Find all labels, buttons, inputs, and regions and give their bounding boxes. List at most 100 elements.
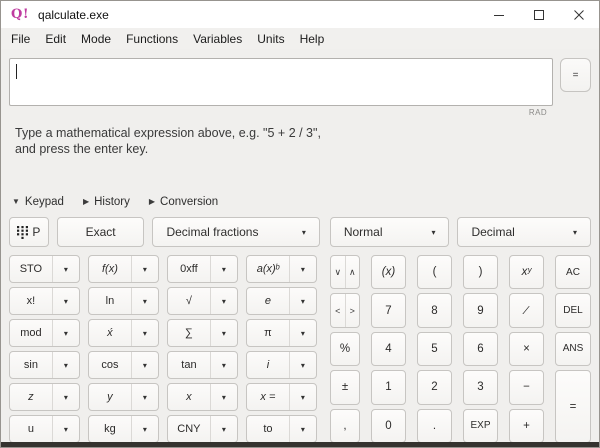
keypad-button-function[interactable]: f(x)▾ [88,255,159,283]
expression-input[interactable] [9,58,553,106]
key-multiply[interactable]: × [509,332,544,366]
keypad-button-store[interactable]: STO▾ [9,255,80,283]
dropdown-arrow-icon[interactable]: ▾ [290,320,316,346]
keypad-button-label[interactable]: y [89,384,132,410]
keypad-button-label[interactable]: cos [89,352,132,378]
keypad-button-pi[interactable]: π▾ [246,319,317,347]
keypad-button-label[interactable]: i [247,352,290,378]
dropdown-arrow-icon[interactable]: ▾ [290,416,316,442]
key-cursor-up-down[interactable]: ∨∧ [330,255,360,289]
key-delete[interactable]: DEL [555,293,591,327]
key-digit-7[interactable]: 7 [371,293,406,327]
dropdown-arrow-icon[interactable]: ▾ [53,288,79,314]
keypad-button-label[interactable]: u [10,416,53,442]
maximize-button[interactable] [519,1,559,28]
dropdown-arrow-icon[interactable]: ▾ [53,384,79,410]
key-all-clear[interactable]: AC [555,255,591,289]
dropdown-arrow-icon[interactable]: ▾ [211,320,237,346]
key-digit-5[interactable]: 5 [417,332,452,366]
keypad-button-unit-kg[interactable]: kg▾ [88,415,159,443]
keypad-button-power-base[interactable]: a(x)ᵇ▾ [246,255,317,283]
keypad-button-label[interactable]: e [247,288,290,314]
exact-mode-button[interactable]: Exact [57,217,145,247]
menu-variables[interactable]: Variables [192,32,243,46]
number-base-dropdown[interactable]: Decimal ▾ [457,217,591,247]
dropdown-arrow-icon[interactable]: ▾ [132,320,158,346]
keypad-button-square-root[interactable]: √▾ [167,287,238,315]
menu-edit[interactable]: Edit [44,32,67,46]
key-decimal-point[interactable]: . [417,409,452,443]
key-cursor-left-right[interactable]: <> [330,293,360,327]
key-exponent[interactable]: EXP [463,409,498,443]
cursor-left-right-forward-icon[interactable]: > [346,294,360,326]
dropdown-arrow-icon[interactable]: ▾ [211,384,237,410]
keypad-button-factorial[interactable]: x!▾ [9,287,80,315]
keypad-button-hex-input[interactable]: 0xff▾ [167,255,238,283]
key-paren-close[interactable]: ) [463,255,498,289]
dropdown-arrow-icon[interactable]: ▾ [211,256,237,282]
keypad-button-label[interactable]: tan [168,352,211,378]
dropdown-arrow-icon[interactable]: ▾ [53,320,79,346]
keypad-button-label[interactable]: to [247,416,290,442]
key-digit-9[interactable]: 9 [463,293,498,327]
keypad-button-var-y[interactable]: y▾ [88,383,159,411]
key-plus[interactable]: + [509,409,544,443]
key-percent[interactable]: % [330,332,360,366]
keypad-button-label[interactable]: sin [10,352,53,378]
keypad-button-label[interactable]: mod [10,320,53,346]
key-digit-0[interactable]: 0 [371,409,406,443]
fraction-mode-dropdown[interactable]: Decimal fractions ▾ [152,217,319,247]
keypad-button-sum[interactable]: ∑▾ [167,319,238,347]
key-comma[interactable]: , [330,409,360,443]
programming-keypad-button[interactable]: P [9,217,49,247]
dropdown-arrow-icon[interactable]: ▾ [53,352,79,378]
cursor-left-right-back-icon[interactable]: < [331,294,346,326]
keypad-button-sine[interactable]: sin▾ [9,351,80,379]
dropdown-arrow-icon[interactable]: ▾ [132,256,158,282]
key-digit-6[interactable]: 6 [463,332,498,366]
key-digit-2[interactable]: 2 [417,370,452,404]
keypad-button-tangent[interactable]: tan▾ [167,351,238,379]
key-power[interactable]: xʸ [509,255,544,289]
keypad-button-label[interactable]: 0xff [168,256,211,282]
menu-help[interactable]: Help [299,32,326,46]
expander-history[interactable]: ▶History [83,196,130,208]
keypad-button-label[interactable]: f(x) [89,256,132,282]
minimize-button[interactable] [479,1,519,28]
keypad-button-label[interactable]: x́ [89,320,132,346]
dropdown-arrow-icon[interactable]: ▾ [290,384,316,410]
key-digit-8[interactable]: 8 [417,293,452,327]
keypad-button-label[interactable]: STO [10,256,53,282]
dropdown-arrow-icon[interactable]: ▾ [132,384,158,410]
keypad-button-imaginary-i[interactable]: i▾ [246,351,317,379]
keypad-button-euler-e[interactable]: e▾ [246,287,317,315]
dropdown-arrow-icon[interactable]: ▾ [132,416,158,442]
expander-conversion[interactable]: ▶Conversion [149,196,218,208]
keypad-button-var-x[interactable]: x▾ [167,383,238,411]
keypad-button-label[interactable]: √ [168,288,211,314]
key-divide[interactable]: ∕ [509,293,544,327]
dropdown-arrow-icon[interactable]: ▾ [211,416,237,442]
keypad-button-x-accent[interactable]: x́▾ [88,319,159,347]
dropdown-arrow-icon[interactable]: ▾ [132,352,158,378]
keypad-button-label[interactable]: x [168,384,211,410]
keypad-button-cosine[interactable]: cos▾ [88,351,159,379]
keypad-button-modulo[interactable]: mod▾ [9,319,80,347]
keypad-button-label[interactable]: z [10,384,53,410]
keypad-button-label[interactable]: x = [247,384,290,410]
key-digit-1[interactable]: 1 [371,370,406,404]
keypad-button-label[interactable]: x! [10,288,53,314]
dropdown-arrow-icon[interactable]: ▾ [53,256,79,282]
menu-file[interactable]: File [10,32,31,46]
menu-functions[interactable]: Functions [125,32,179,46]
keypad-button-label[interactable]: ∑ [168,320,211,346]
display-mode-dropdown[interactable]: Normal ▾ [330,217,450,247]
key-digit-4[interactable]: 4 [371,332,406,366]
menu-mode[interactable]: Mode [80,32,112,46]
keypad-button-label[interactable]: π [247,320,290,346]
keypad-button-label[interactable]: CNY [168,416,211,442]
dropdown-arrow-icon[interactable]: ▾ [211,288,237,314]
calculate-button[interactable]: = [560,58,591,92]
expander-keypad[interactable]: ▼Keypad [12,196,64,208]
key-digit-3[interactable]: 3 [463,370,498,404]
